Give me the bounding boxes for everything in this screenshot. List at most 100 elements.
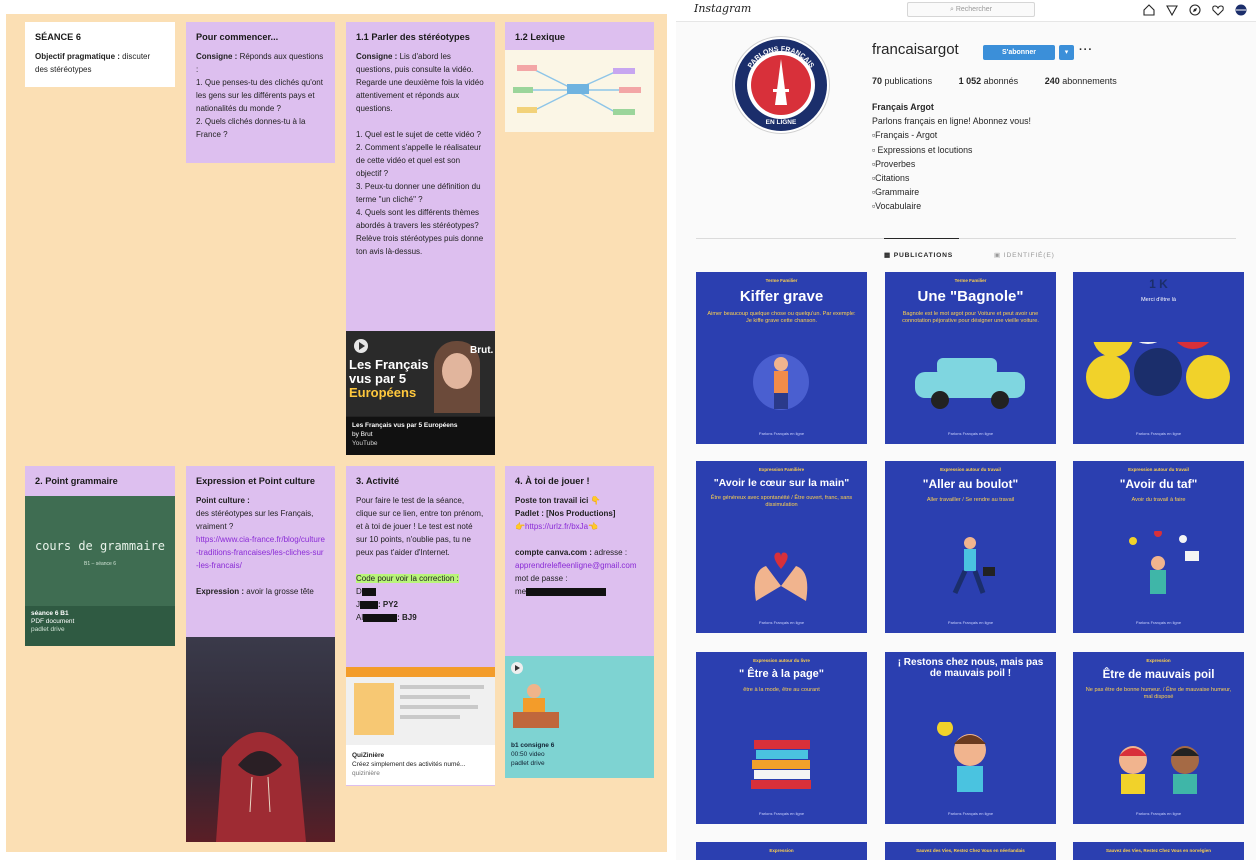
post-subtitle: Aimer beaucoup quelque chose ou quelqu'u…: [707, 310, 856, 324]
post-brand: Parlons Français en ligne: [947, 431, 994, 436]
instagram-profile: Instagram ⌕ Rechercher PARLONS FRANÇAIS …: [676, 0, 1256, 860]
quiz-preview-image[interactable]: [346, 667, 495, 745]
post-tile[interactable]: Expression autour du travail "Avoir du ta…: [1073, 461, 1244, 633]
divider: [696, 238, 1236, 239]
post-tile[interactable]: 1 K Merci d'être là Parlons Français en li…: [1073, 272, 1244, 444]
search-input[interactable]: ⌕ Rechercher: [907, 2, 1035, 17]
chalkboard-image[interactable]: cours de grammaire B1 – séance 6: [25, 496, 175, 606]
culture-title: Expression et Point culture: [196, 476, 315, 486]
teacher-illustration: [527, 684, 541, 698]
post-headline: "Avoir le cœur sur la main": [713, 477, 850, 489]
padlet-link[interactable]: 👉https://urlz.fr/bxJa👈: [515, 520, 644, 533]
tab-identifie[interactable]: ▣ IDENTIFIÉ(E): [994, 251, 1055, 259]
post-subtitle: Bagnole est le mot argot pour Voiture et…: [902, 310, 1039, 324]
seance-card[interactable]: SÉANCE 6 Objectif pragmatique : discuter…: [25, 22, 175, 87]
post-illustration-dancer: [753, 354, 809, 410]
quiz-link-card[interactable]: QuiZinière Créez simplement des activité…: [346, 667, 495, 785]
password-label: mot de passe :: [515, 574, 568, 583]
post-tile[interactable]: Expression: [696, 842, 867, 860]
question-1: 1. Quel est le sujet de cette vidéo ?: [356, 130, 481, 139]
top-nav: Instagram ⌕ Rechercher: [676, 0, 1256, 22]
post-tile[interactable]: Expression autour du livre " Être à la pa…: [696, 652, 867, 824]
post-illustration-balloons: [1086, 342, 1230, 399]
profile-bio: Français Argot Parlons français en ligne…: [872, 102, 1031, 212]
lexique-card[interactable]: 1.2 Lexique: [505, 22, 654, 132]
post-tile[interactable]: Expression Familière "Avoir le cœur sur l…: [696, 461, 867, 633]
stereotypes-video[interactable]: Brut. Les Français vus par 5 Européens L…: [346, 331, 495, 455]
explore-icon[interactable]: [1188, 3, 1202, 17]
post-illustration-books: [751, 740, 811, 789]
more-options-icon[interactable]: ···: [1079, 44, 1093, 56]
question-3: 3. Peux-tu donner une définition du term…: [356, 182, 481, 204]
jouer-card[interactable]: 4. À toi de jouer ! Poste ton travail ic…: [505, 466, 654, 656]
redacted-block: [361, 587, 376, 596]
video-caption: b1 consigne 6 00:50 video padlet drive: [505, 738, 654, 778]
question-2: 2. Comment s'appelle le réalisateur de c…: [356, 143, 482, 178]
jouer-title: 4. À toi de jouer !: [515, 476, 590, 486]
direct-icon[interactable]: [1165, 3, 1179, 17]
heart-icon[interactable]: [1211, 3, 1225, 17]
post-illustration-juggler: [1129, 531, 1199, 594]
consigne-label: Consigne :: [196, 52, 238, 61]
svg-text:EN LIGNE: EN LIGNE: [766, 119, 797, 126]
post-tile[interactable]: Terme Familier Kiffer grave Aimer beaucoup…: [696, 272, 867, 444]
post-tile[interactable]: ¡ Restons chez nous, mais pas de mauvais…: [885, 652, 1056, 824]
play-icon[interactable]: [511, 662, 523, 674]
chevron-down-icon[interactable]: ▾: [1059, 45, 1074, 60]
grammaire-card[interactable]: 2. Point grammaire cours de grammaire B1…: [25, 466, 175, 646]
post-illustration-hands: [754, 552, 808, 601]
culture-link[interactable]: https://www.cia-france.fr/blog/culture-t…: [196, 533, 325, 572]
follow-button[interactable]: S'abonner: [983, 45, 1055, 60]
post-brand: Parlons Français en ligne: [1135, 811, 1182, 816]
home-icon[interactable]: [1142, 3, 1156, 17]
brut-logo: Brut.: [470, 345, 494, 356]
profile-avatar-icon[interactable]: [1234, 3, 1248, 17]
tab-publications[interactable]: ▦ PUBLICATIONS: [884, 251, 953, 259]
instagram-logo[interactable]: Instagram: [694, 2, 751, 15]
activite-text: Pour faire le test de la séance, clique …: [356, 496, 484, 557]
following-count[interactable]: 240 abonnements: [1045, 76, 1117, 86]
post-brand: Parlons Français en ligne: [758, 811, 805, 816]
username: francaisargot: [872, 41, 959, 58]
post-tile[interactable]: Sauvez des Vies, Restez Chez Vous en née…: [885, 842, 1056, 860]
question-2: 2. Quels clichés donnes-tu à la France ?: [196, 117, 306, 139]
post-tile[interactable]: Expression Être de mauvais poil Ne pas êtr…: [1073, 652, 1244, 824]
post-tile[interactable]: Expression autour du travail "Aller au bo…: [885, 461, 1056, 633]
consigne-video[interactable]: b1 consigne 6 00:50 video padlet drive: [505, 656, 654, 778]
post-illustration-kids: [1119, 746, 1199, 794]
post-brand: Parlons Français en ligne: [1135, 431, 1182, 436]
post-headline: " Être à la page": [738, 668, 825, 680]
video-thumbnail[interactable]: Brut. Les Français vus par 5 Européens: [346, 331, 495, 416]
post-brand: Parlons Français en ligne: [1135, 620, 1182, 625]
code-label: Code pour voir la correction :: [356, 574, 459, 583]
post-headline: ¡ Restons chez nous, mais pas de mauvais…: [897, 657, 1044, 679]
play-icon[interactable]: [354, 339, 368, 353]
followers-count[interactable]: 1 052 abonnés: [959, 76, 1019, 86]
video-caption: Les Français vus par 5 Européens by Brut…: [346, 417, 495, 455]
post-illustration-runner: [952, 537, 995, 595]
avatar[interactable]: PARLONS FRANÇAIS EN LIGNE: [733, 37, 829, 133]
question-1: 1. Que penses-tu des clichés qu'ont les …: [196, 78, 323, 113]
post-tile[interactable]: Sauvez des Vies, Restez Chez Vous en nor…: [1073, 842, 1244, 860]
seance-title: SÉANCE 6: [35, 32, 81, 42]
consigne-text: Lis d'abord les questions, puis consulte…: [356, 52, 484, 113]
grid-icon: ▦: [884, 252, 894, 259]
question-4: 4. Quels sont les différents thèmes abor…: [356, 208, 484, 256]
canva-email[interactable]: apprendrelefleenligne@gmail.com: [515, 559, 644, 572]
culture-label: Point culture :: [196, 496, 250, 505]
publications-count: 70 publications: [872, 76, 933, 86]
commencer-card[interactable]: Pour commencer... Consigne : Réponds aux…: [186, 22, 335, 163]
profile-stats: 70 publications 1 052 abonnés 240 abonne…: [872, 76, 1141, 86]
post-headline: "Aller au boulot": [922, 477, 1019, 491]
post-headline: "Avoir du taf": [1119, 477, 1198, 491]
hoodie-image[interactable]: [186, 637, 335, 842]
mindmap-image[interactable]: [505, 50, 654, 132]
post-brand: Parlons Français en ligne: [947, 620, 994, 625]
post-illustration-kid: [937, 722, 986, 792]
post-brand: Parlons Français en ligne: [758, 620, 805, 625]
post-tile[interactable]: Terme Familier Une "Bagnole" Bagnole est l…: [885, 272, 1056, 444]
redacted-block: [360, 600, 378, 609]
post-brand: Parlons Français en ligne: [758, 431, 805, 436]
objective-label: Objectif pragmatique :: [35, 52, 120, 61]
expression-text: avoir la grosse tête: [246, 587, 314, 596]
